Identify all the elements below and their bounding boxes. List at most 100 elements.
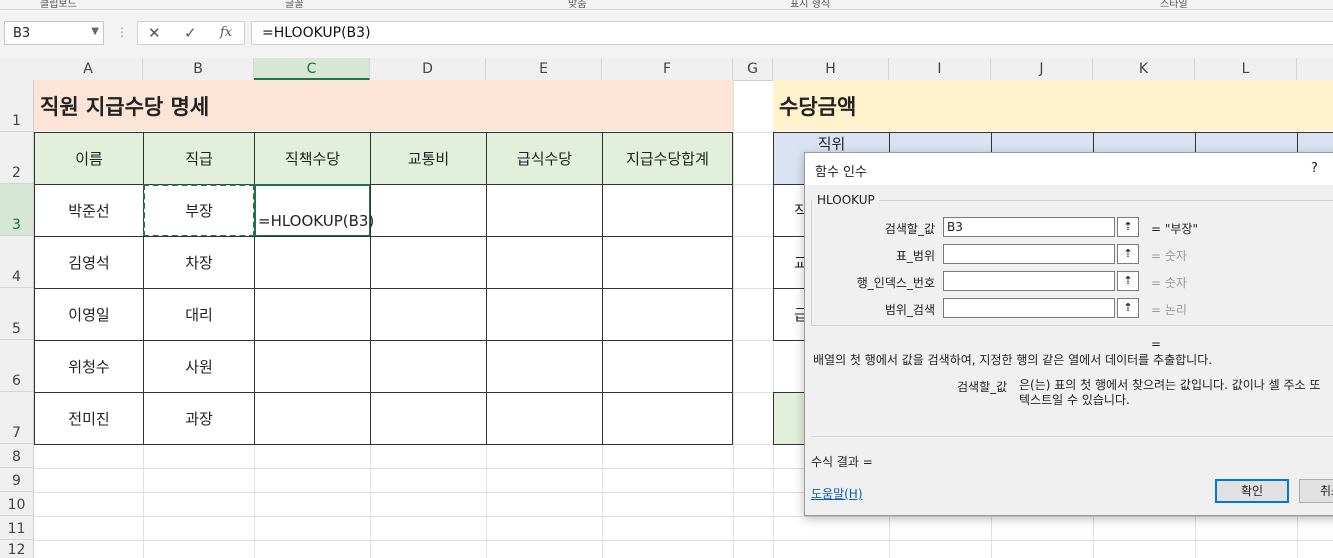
cell-name-3[interactable]: 이영일	[34, 288, 144, 341]
row-header-4[interactable]: 4	[0, 236, 34, 288]
cell-rank-5[interactable]: 과장	[143, 392, 255, 445]
cell-name-5[interactable]: 전미진	[34, 392, 144, 445]
cell-d4[interactable]	[370, 236, 487, 289]
arg-input-range-lookup[interactable]	[943, 298, 1115, 318]
ribbon-group-number: 표시 형식	[790, 0, 830, 10]
col-header-j[interactable]: J	[991, 58, 1093, 80]
cell-rank-2[interactable]: 차장	[143, 236, 255, 289]
arg-result-lookup-value: = "부장"	[1151, 222, 1198, 236]
formula-result: 수식 결과 =	[811, 455, 873, 469]
cell-f5[interactable]	[602, 288, 733, 341]
col-header-b[interactable]: B	[143, 58, 254, 80]
cell-e4[interactable]	[486, 236, 603, 289]
col-header-k[interactable]: K	[1093, 58, 1195, 80]
cell-c5[interactable]	[254, 288, 371, 341]
chevron-down-icon[interactable]: ▼	[91, 26, 99, 37]
header-name[interactable]: 이름	[34, 132, 144, 185]
cell-f7[interactable]	[602, 392, 733, 445]
cell-name-1[interactable]: 박준선	[34, 184, 144, 237]
cell-editing-c3[interactable]: =HLOOKUP(B3)	[254, 184, 374, 237]
collapse-dialog-icon[interactable]: ⇡	[1117, 244, 1139, 264]
cell-e3[interactable]	[486, 184, 603, 237]
cell-d5[interactable]	[370, 288, 487, 341]
dialog-help-question-button[interactable]: ?	[1311, 161, 1318, 176]
name-box[interactable]: B3 ▼	[4, 21, 104, 45]
row-header-2[interactable]: 2	[0, 132, 34, 184]
header-total[interactable]: 지급수당합계	[602, 132, 733, 185]
cancel-icon[interactable]: ✕	[148, 24, 161, 42]
col-header-d[interactable]: D	[370, 58, 486, 80]
dialog-titlebar[interactable]: 함수 인수 ?	[805, 153, 1333, 185]
col-header-c[interactable]: C	[254, 58, 370, 80]
row-header-3[interactable]: 3	[0, 184, 34, 236]
col-header-g[interactable]: G	[733, 58, 773, 80]
cell-d7[interactable]	[370, 392, 487, 445]
function-description: 배열의 첫 행에서 값을 검색하여, 지정한 행의 같은 열에서 데이터를 추출…	[813, 353, 1213, 367]
row-header-9[interactable]: 9	[0, 468, 34, 492]
row-header-6[interactable]: 6	[0, 340, 34, 392]
cell-rank-3[interactable]: 대리	[143, 288, 255, 341]
arg-input-lookup-value[interactable]: B3	[943, 217, 1115, 237]
ribbon-strip: 클립보드 글꼴 맞춤 표시 형식 스타일	[0, 0, 1333, 10]
enter-icon[interactable]: ✓	[184, 24, 197, 42]
collapse-dialog-icon[interactable]: ⇡	[1117, 217, 1139, 237]
cell-f4[interactable]	[602, 236, 733, 289]
col-header-f[interactable]: F	[602, 58, 733, 80]
col-header-a[interactable]: A	[34, 58, 143, 80]
col-header-m[interactable]	[1297, 58, 1333, 80]
cell-e7[interactable]	[486, 392, 603, 445]
header-position-allowance[interactable]: 직책수당	[254, 132, 371, 185]
function-name: HLOOKUP	[817, 193, 875, 207]
row-header-8[interactable]: 8	[0, 444, 34, 468]
row-header-11[interactable]: 11	[0, 516, 34, 540]
cell-e5[interactable]	[486, 288, 603, 341]
cell-name-2[interactable]: 김영석	[34, 236, 144, 289]
arg-label-table-array: 표_범위	[895, 249, 935, 263]
arg-label-range-lookup: 범위_검색	[884, 303, 935, 317]
arg-input-table-array[interactable]	[943, 244, 1115, 264]
cell-d6[interactable]	[370, 340, 487, 393]
header-meal-allowance[interactable]: 급식수당	[486, 132, 603, 185]
formula-bar: B3 ▼ ⋮ ✕ ✓ fx =HLOOKUP(B3)	[0, 10, 1333, 58]
name-box-value: B3	[13, 26, 31, 41]
col-header-e[interactable]: E	[486, 58, 602, 80]
ribbon-group-clipboard: 클립보드	[40, 0, 77, 10]
cell-rank-1[interactable]: 부장	[143, 184, 255, 237]
header-transport[interactable]: 교통비	[370, 132, 487, 185]
help-link[interactable]: 도움말(H)	[811, 485, 863, 502]
col-header-l[interactable]: L	[1195, 58, 1297, 80]
ok-button[interactable]: 확인	[1215, 479, 1289, 503]
cell-f3[interactable]	[602, 184, 733, 237]
drag-handle-icon[interactable]: ⋮	[116, 25, 128, 39]
right-table-title[interactable]: 수당금액	[773, 80, 1333, 131]
ribbon-group-font: 글꼴	[285, 0, 304, 10]
insert-function-icon[interactable]: fx	[220, 25, 232, 40]
column-headers: A B C D E F G H I J K L	[0, 58, 1333, 81]
collapse-dialog-icon[interactable]: ⇡	[1117, 271, 1139, 291]
dialog-title: 함수 인수	[815, 165, 867, 180]
cell-c4[interactable]	[254, 236, 371, 289]
cancel-button[interactable]: 취소	[1299, 479, 1333, 503]
row-header-1[interactable]: 1	[0, 80, 34, 132]
collapse-dialog-icon[interactable]: ⇡	[1117, 298, 1139, 318]
row-header-5[interactable]: 5	[0, 288, 34, 340]
arg-input-row-index[interactable]	[943, 271, 1115, 291]
arg-description-name: 검색할_값	[957, 380, 1008, 394]
cell-c7[interactable]	[254, 392, 371, 445]
col-header-i[interactable]: I	[889, 58, 991, 80]
row-header-12[interactable]: 12	[0, 540, 34, 558]
row-header-10[interactable]: 10	[0, 492, 34, 516]
cell-f6[interactable]	[602, 340, 733, 393]
formula-input[interactable]: =HLOOKUP(B3)	[251, 21, 1333, 45]
arg-label-lookup-value: 검색할_값	[884, 222, 935, 236]
sheet-title[interactable]: 직원 지급수당 명세	[34, 80, 733, 131]
cell-c6[interactable]	[254, 340, 371, 393]
cell-e6[interactable]	[486, 340, 603, 393]
col-header-h[interactable]: H	[773, 58, 889, 80]
cell-name-4[interactable]: 위청수	[34, 340, 144, 393]
function-result-eq: =	[1151, 337, 1162, 351]
header-rank[interactable]: 직급	[143, 132, 255, 185]
cell-d3[interactable]	[370, 184, 487, 237]
cell-rank-4[interactable]: 사원	[143, 340, 255, 393]
row-header-7[interactable]: 7	[0, 392, 34, 444]
